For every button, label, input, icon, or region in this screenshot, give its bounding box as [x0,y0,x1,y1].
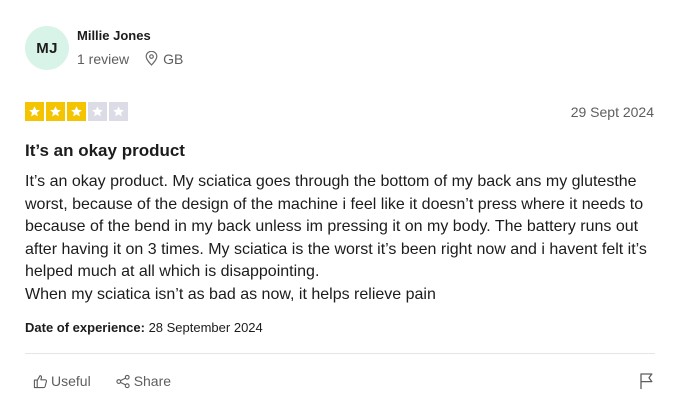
share-button[interactable]: Share [115,373,171,389]
review-body: It’s an okay product. My sciatica goes t… [25,171,657,306]
useful-label: Useful [51,373,91,389]
divider [25,353,655,354]
share-icon [116,374,130,388]
date-of-experience: Date of experience: 28 September 2024 [25,320,263,335]
star-rating [25,102,130,121]
star-icon [67,102,86,121]
review-body-paragraph: It’s an okay product. My sciatica goes t… [25,173,647,280]
reviewer-country: GB [163,50,184,67]
review-body-paragraph: When my sciatica isn’t as bad as now, it… [25,285,436,303]
thumbs-up-icon [33,374,48,388]
review-date: 29 Sept 2024 [570,104,654,120]
avatar[interactable]: MJ [25,26,69,70]
star-icon [109,102,128,121]
review-actions: Useful Share [33,373,171,389]
review-count: 1 review [77,50,130,67]
flag-icon [640,373,653,389]
report-flag-button[interactable] [639,372,654,395]
star-icon [46,102,65,121]
useful-button[interactable]: Useful [33,373,91,389]
reviewer-meta: 1 review GB [77,51,183,67]
star-icon [25,102,44,121]
share-label: Share [133,373,172,389]
location-pin-icon [145,51,158,66]
review-title[interactable]: It’s an okay product [25,141,185,161]
reviewer-name[interactable]: Millie Jones [77,28,183,43]
star-icon [88,102,107,121]
reviewer-header: MJ Millie Jones 1 review GB [25,26,183,70]
experience-date: 28 September 2024 [148,320,263,335]
reviewer-info: Millie Jones 1 review GB [77,28,183,67]
experience-label: Date of experience: [25,320,145,335]
